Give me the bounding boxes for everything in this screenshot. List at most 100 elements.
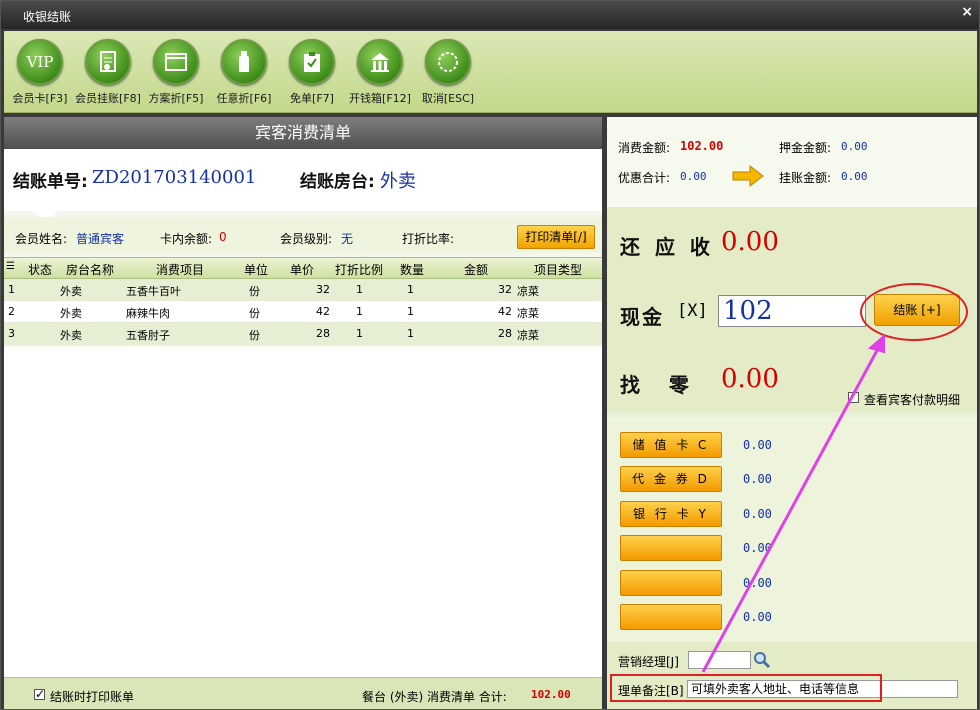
discount-rate-label: 打折比率: [402,232,455,246]
bill-panel: 宾客消费清单 结账单号: ZD201703140001 结账房台: 外卖 会员姓… [4,117,602,709]
search-icon[interactable] [753,651,771,669]
due-value: 0.00 [721,227,779,257]
free-bill-button[interactable]: 免单[F7] [278,39,346,113]
col-room[interactable]: 房台名称 [66,261,114,278]
plan-discount-button[interactable]: 方案折[F5] [142,39,210,113]
free-bill-label: 免单[F7] [290,92,334,105]
window-title: 收银结账 [23,10,72,24]
checkout-window: 收银结账 × VIP 会员卡[F3] 会员挂账[F8] 方案折[F5] 任意折[… [0,0,980,710]
change-label: 找 零 [620,373,691,397]
member-level-label: 会员级别: [280,232,333,246]
bottle-icon [221,39,267,85]
any-discount-label: 任意折[F6] [216,92,272,105]
open-cashbox-button[interactable]: 开钱箱[F12] [346,39,414,113]
bill-info: 结账单号: ZD201703140001 结账房台: 外卖 [4,149,602,211]
col-unit[interactable]: 单位 [244,261,268,278]
row-qty: 1 [407,283,414,296]
payment-method-amount: 0.00 [743,541,772,555]
stored-value-card-button[interactable]: 储 值 卡 C [620,432,722,458]
bill-table-value: 外卖 [380,171,416,192]
discount-total-label: 优惠合计: [618,171,671,185]
print-on-checkout-label: 结账时打印账单 [50,690,135,704]
change-value: 0.00 [721,364,779,394]
col-amount[interactable]: 金额 [464,261,488,278]
col-qty[interactable]: 数量 [400,261,424,278]
member-level-value: 无 [341,232,354,246]
table-row[interactable]: 3 外卖 五香肘子 份 28 1 1 28 凉菜 [4,323,602,345]
voucher-amount: 0.00 [743,472,772,486]
bank-card-amount: 0.00 [743,507,772,521]
bill-no-value: ZD201703140001 [92,167,257,188]
plan-discount-label: 方案折[F5] [148,92,204,105]
payment-panel: 消费金额: 102.00 押金金额: 0.00 优惠合计: 0.00 挂账金额:… [607,117,977,709]
member-card-button[interactable]: VIP 会员卡[F3] [6,39,74,113]
row-price: 42 [316,305,330,318]
stored-value-card-amount: 0.00 [743,438,772,452]
table-menu-icon[interactable]: ☰ [6,261,15,272]
bottom-fields: 营销经理[J] 理单备注[B] 可填外卖客人地址、电话等信息 [607,642,977,709]
row-discount: 1 [356,305,363,318]
member-name-label: 会员姓名: [15,232,68,246]
row-no: 3 [8,327,15,340]
row-qty: 1 [407,327,414,340]
table-row[interactable]: 2 外卖 麻辣牛肉 份 42 1 1 42 凉菜 [4,301,602,323]
row-item: 五香肘子 [126,329,170,342]
any-discount-button[interactable]: 任意折[F6] [210,39,278,113]
col-item[interactable]: 消费项目 [156,261,204,278]
row-amount: 32 [498,283,512,296]
row-type: 凉菜 [517,329,539,342]
col-price[interactable]: 单价 [290,261,314,278]
bill-footer: ✓ 结账时打印账单 餐台 (外卖) 消费清单 合计: 102.00 [4,677,602,709]
bill-table-label: 结账房台: [300,172,375,192]
voucher-button[interactable]: 代 金 券 D [620,466,722,492]
member-balance-value: 0 [219,230,227,244]
payment-methods: 储 值 卡 C 0.00 代 金 券 D 0.00 银 行 卡 Y 0.00 0… [607,417,977,642]
cash-label: 现金 [620,305,664,329]
payment-method-amount: 0.00 [743,576,772,590]
row-room: 外卖 [60,285,82,298]
toolbar: VIP 会员卡[F3] 会员挂账[F8] 方案折[F5] 任意折[F6] 免单[… [4,31,977,113]
row-item: 麻辣牛肉 [126,307,170,320]
close-icon[interactable]: × [961,4,973,20]
row-type: 凉菜 [517,307,539,320]
ring-icon [425,39,471,85]
print-on-checkout-checkbox[interactable]: ✓ [34,688,45,700]
payment-detail-checkbox[interactable]: ✓ [848,392,859,403]
row-amount: 28 [498,327,512,340]
table-empty-area [4,347,602,677]
bill-header: 宾客消费清单 [4,117,602,149]
due-label: 还 应 收 [620,235,714,259]
row-qty: 1 [407,305,414,318]
bank-card-button[interactable]: 银 行 卡 Y [620,501,722,527]
row-room: 外卖 [60,307,82,320]
payment-method-button[interactable] [620,604,722,630]
deposit-value: 0.00 [841,140,868,153]
charge-label: 挂账金额: [779,171,832,185]
cancel-button[interactable]: 取消[ESC] [414,39,482,113]
cash-input[interactable]: 102 [718,295,866,327]
table-row[interactable]: 1 外卖 五香牛百叶 份 32 1 1 32 凉菜 [4,279,602,301]
row-discount: 1 [356,283,363,296]
arrow-right-icon [732,165,764,187]
clipboard-check-icon [289,39,335,85]
col-type[interactable]: 项目类型 [534,261,582,278]
member-balance-label: 卡内余额: [160,232,213,246]
amount-summary: 消费金额: 102.00 押金金额: 0.00 优惠合计: 0.00 挂账金额:… [607,117,977,207]
col-discount[interactable]: 打折比例 [335,261,383,278]
col-status[interactable]: 状态 [28,261,52,278]
vip-icon: VIP [17,39,63,85]
payment-method-button[interactable] [620,535,722,561]
row-price: 28 [316,327,330,340]
print-list-button[interactable]: 打印清单[/] [517,225,595,249]
row-price: 32 [316,283,330,296]
cashbox-icon [357,39,403,85]
member-charge-button[interactable]: 会员挂账[F8] [74,39,142,113]
payment-method-amount: 0.00 [743,610,772,624]
document-icon [85,39,131,85]
manager-input[interactable] [688,651,751,669]
title-bar: 收银结账 × [1,1,979,29]
payment-method-button[interactable] [620,570,722,596]
settle-highlight-circle [860,283,968,341]
payment-area: 还 应 收 0.00 现金 [X] 102 结账 [+] 找 零 0.00 ✓ … [607,207,977,412]
deposit-label: 押金金额: [779,141,832,155]
